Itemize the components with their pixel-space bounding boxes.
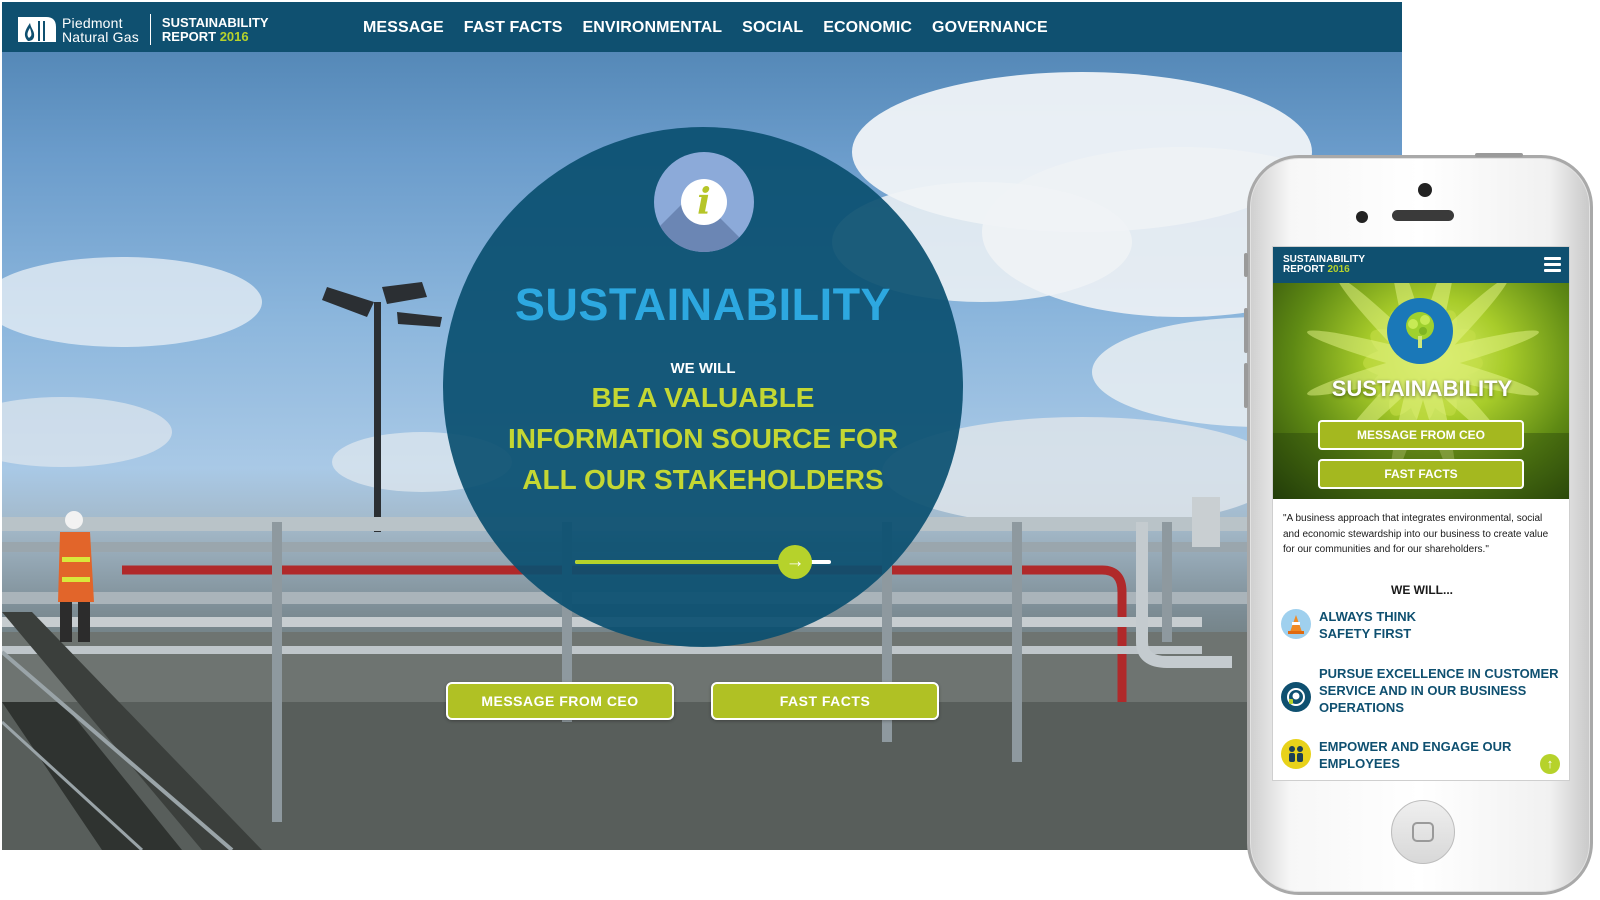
- mobile-header: SUSTAINABILITY REPORT 2016: [1273, 247, 1569, 283]
- nav-fast-facts[interactable]: FAST FACTS: [464, 19, 563, 37]
- site-header: Piedmont Natural Gas SUSTAINABILITY REPO…: [2, 2, 1402, 52]
- mockup-stage: Piedmont Natural Gas SUSTAINABILITY REPO…: [0, 0, 1600, 900]
- phone-speaker: [1392, 210, 1454, 221]
- logo-divider: [149, 14, 151, 45]
- customer-service-icon: [1281, 682, 1311, 712]
- phone-power-button: [1475, 153, 1523, 157]
- site-logo[interactable]: Piedmont Natural Gas SUSTAINABILITY REPO…: [16, 13, 269, 46]
- item-customer-line2: SERVICE AND IN OUR BUSINESS: [1319, 683, 1527, 698]
- company-name-line2: Natural Gas: [62, 28, 139, 45]
- phone-volume-down: [1244, 363, 1248, 408]
- phone-sensor: [1356, 211, 1368, 223]
- phone-volume-up: [1244, 308, 1248, 353]
- flame-logo-icon: [16, 13, 58, 46]
- mission-slider-fill: [575, 560, 796, 564]
- mission-line-1: BE A VALUABLE: [591, 382, 815, 413]
- mission-line-2: INFORMATION SOURCE FOR: [508, 423, 898, 454]
- sustainability-definition-quote: "A business approach that integrates env…: [1283, 513, 1549, 555]
- mission-statement: BE A VALUABLE INFORMATION SOURCE FOR ALL…: [443, 377, 963, 500]
- item-employees-line1: EMPOWER AND ENGAGE OUR: [1319, 739, 1512, 754]
- hero-mission-circle: i SUSTAINABILITY WE WILL BE A VALUABLE I…: [443, 127, 963, 647]
- hero-title: SUSTAINABILITY: [514, 279, 892, 330]
- main-nav: MESSAGE FAST FACTS ENVIRONMENTAL SOCIAL …: [363, 19, 1048, 37]
- info-glyph: i: [681, 179, 727, 225]
- mobile-fast-facts-button[interactable]: FAST FACTS: [1318, 459, 1524, 489]
- desktop-site: Piedmont Natural Gas SUSTAINABILITY REPO…: [2, 2, 1402, 850]
- mobile-hero: SUSTAINABILITY MESSAGE FROM CEO FAST FAC…: [1273, 283, 1569, 499]
- item-customer-line1: PURSUE EXCELLENCE IN CUSTOMER: [1319, 666, 1559, 681]
- report-title-line1: SUSTAINABILITY: [161, 14, 269, 30]
- phone-mute-switch: [1244, 253, 1248, 277]
- fast-facts-button[interactable]: FAST FACTS: [711, 682, 939, 720]
- mobile-brand-word: REPORT: [1283, 264, 1325, 275]
- arrow-right-icon[interactable]: →: [778, 545, 813, 579]
- tree-icon: [1387, 298, 1453, 364]
- nav-message[interactable]: MESSAGE: [363, 19, 444, 37]
- report-year: 2016: [219, 28, 249, 44]
- employees-icon: [1281, 739, 1311, 769]
- hamburger-menu-icon[interactable]: [1544, 257, 1561, 275]
- company-name-line1: Piedmont: [62, 14, 123, 31]
- list-item-customer-service[interactable]: PURSUE EXCELLENCE IN CUSTOMER SERVICE AN…: [1281, 665, 1566, 716]
- nav-governance[interactable]: GOVERNANCE: [932, 19, 1048, 37]
- mobile-we-will-label: WE WILL...: [1391, 583, 1453, 597]
- item-safety-line1: ALWAYS THINK: [1319, 609, 1417, 624]
- item-employees-line2: EMPLOYEES: [1319, 756, 1400, 771]
- list-item-safety[interactable]: ALWAYS THINK SAFETY FIRST: [1281, 608, 1566, 642]
- item-safety-line2: SAFETY FIRST: [1319, 626, 1412, 641]
- we-will-label: WE WILL: [670, 360, 736, 377]
- phone-camera: [1418, 183, 1432, 197]
- message-from-ceo-button[interactable]: MESSAGE FROM CEO: [446, 682, 674, 720]
- arrow-up-icon[interactable]: ↑: [1540, 754, 1560, 774]
- nav-social[interactable]: SOCIAL: [742, 19, 803, 37]
- phone-home-button: [1391, 800, 1455, 864]
- mobile-site: SUSTAINABILITY REPORT 2016 SUSTAINABILIT…: [1272, 246, 1570, 781]
- list-item-employees[interactable]: EMPOWER AND ENGAGE OUR EMPLOYEES: [1281, 738, 1566, 772]
- mobile-hero-title: SUSTAINABILITY: [1331, 376, 1513, 401]
- mobile-brand-year: 2016: [1327, 264, 1350, 275]
- safety-cone-icon: [1281, 609, 1311, 639]
- report-word: REPORT: [161, 28, 217, 44]
- item-customer-line3: OPERATIONS: [1319, 700, 1404, 715]
- nav-economic[interactable]: ECONOMIC: [823, 19, 912, 37]
- info-icon: i: [654, 152, 754, 252]
- mobile-brand[interactable]: SUSTAINABILITY REPORT 2016: [1283, 255, 1365, 275]
- mission-line-3: ALL OUR STAKEHOLDERS: [522, 464, 884, 495]
- phone-mockup: SUSTAINABILITY REPORT 2016 SUSTAINABILIT…: [1244, 153, 1593, 895]
- nav-environmental[interactable]: ENVIRONMENTAL: [583, 19, 723, 37]
- mobile-message-from-ceo-button[interactable]: MESSAGE FROM CEO: [1318, 420, 1524, 450]
